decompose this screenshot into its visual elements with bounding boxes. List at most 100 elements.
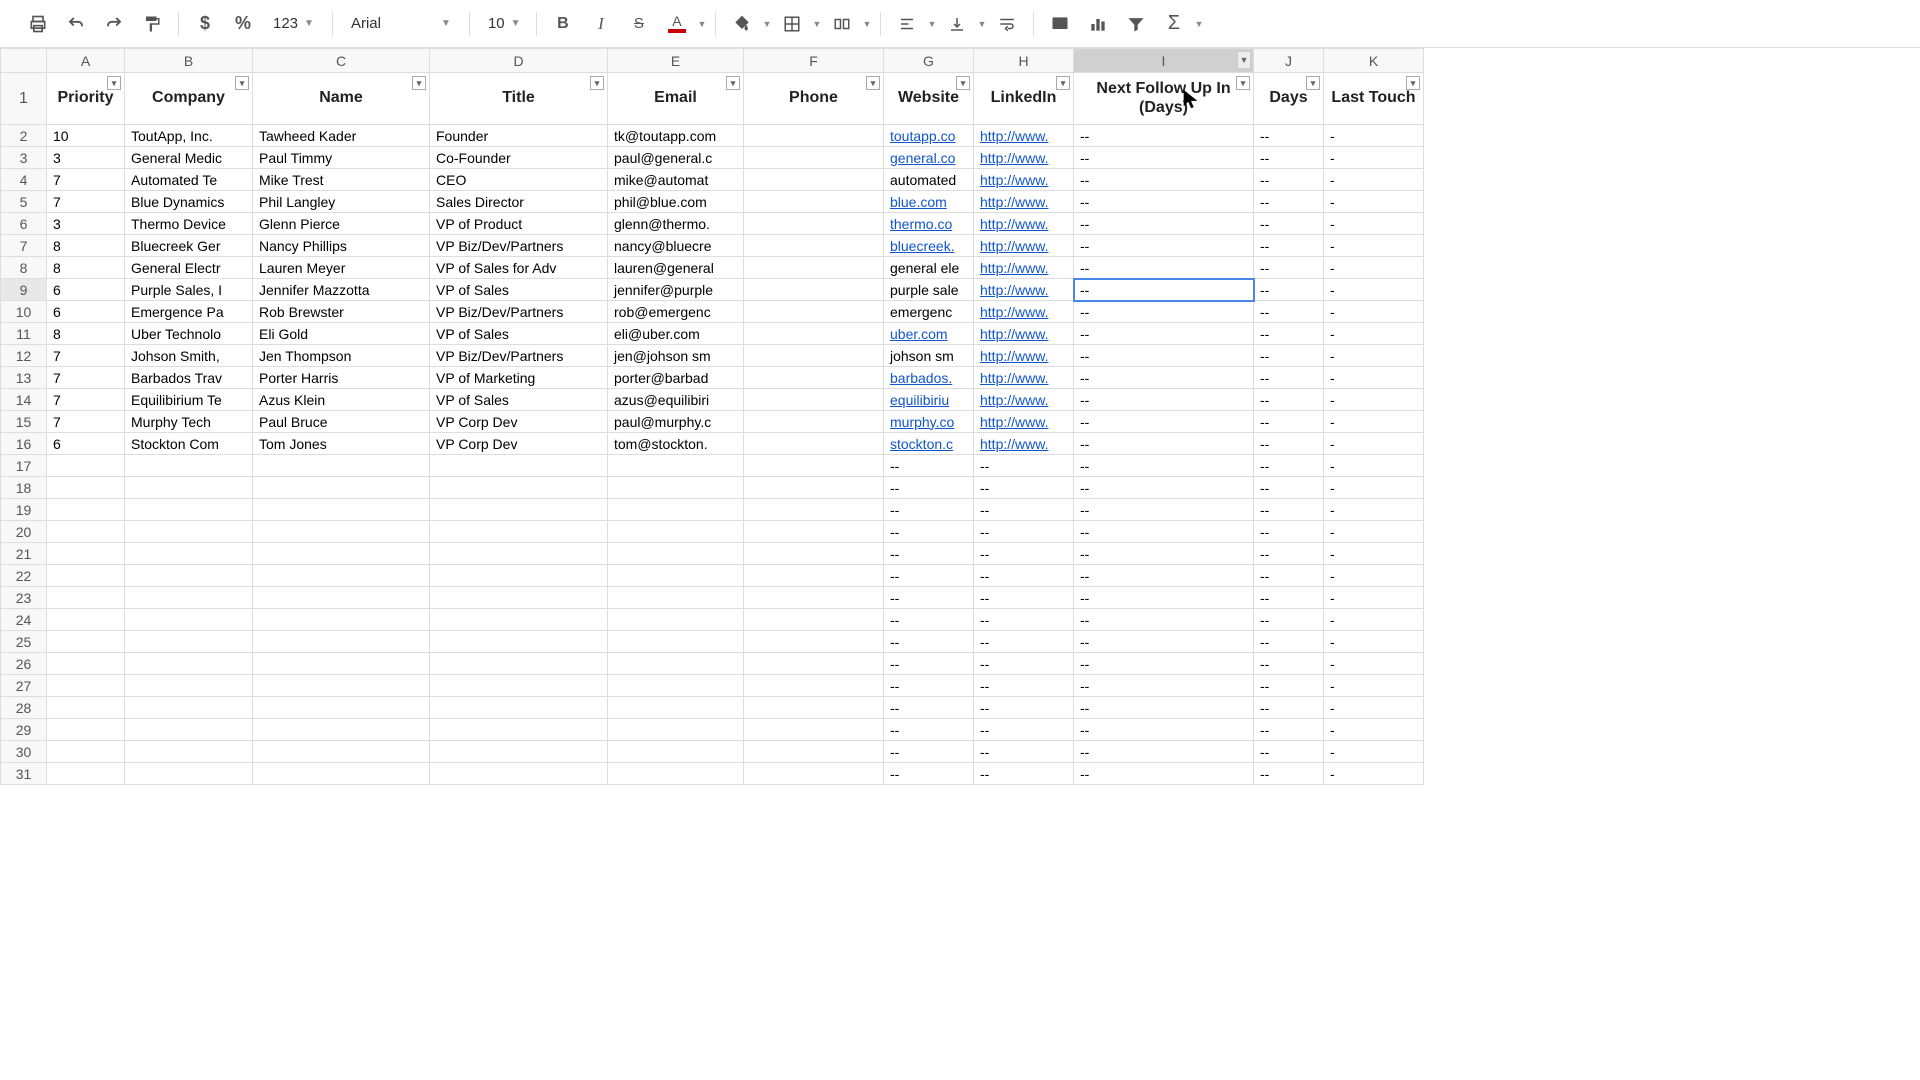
cell-H22[interactable]: -- bbox=[974, 565, 1074, 587]
cell-D17[interactable] bbox=[430, 455, 608, 477]
cell-K3[interactable]: - bbox=[1324, 147, 1424, 169]
cell-G17[interactable]: -- bbox=[884, 455, 974, 477]
hyperlink[interactable]: http://www. bbox=[980, 172, 1048, 188]
filter-icon[interactable]: ▾ bbox=[1406, 76, 1420, 90]
cell-J9[interactable]: -- bbox=[1254, 279, 1324, 301]
column-header-D[interactable]: D bbox=[430, 49, 608, 73]
cell-C22[interactable] bbox=[253, 565, 430, 587]
cell-K28[interactable]: - bbox=[1324, 697, 1424, 719]
cell-F25[interactable] bbox=[744, 631, 884, 653]
cell-I30[interactable]: -- bbox=[1074, 741, 1254, 763]
cell-D23[interactable] bbox=[430, 587, 608, 609]
row-header-17[interactable]: 17 bbox=[1, 455, 47, 477]
cell-A6[interactable]: 3 bbox=[47, 213, 125, 235]
cell-C16[interactable]: Tom Jones bbox=[253, 433, 430, 455]
cell-C18[interactable] bbox=[253, 477, 430, 499]
cell-J15[interactable]: -- bbox=[1254, 411, 1324, 433]
hyperlink[interactable]: stockton.c bbox=[890, 436, 953, 452]
filter-icon[interactable]: ▾ bbox=[1056, 76, 1070, 90]
cell-E22[interactable] bbox=[608, 565, 744, 587]
cell-K6[interactable]: - bbox=[1324, 213, 1424, 235]
cell-I22[interactable]: -- bbox=[1074, 565, 1254, 587]
hyperlink[interactable]: http://www. bbox=[980, 414, 1048, 430]
cell-G20[interactable]: -- bbox=[884, 521, 974, 543]
cell-H7[interactable]: http://www. bbox=[974, 235, 1074, 257]
cell-A30[interactable] bbox=[47, 741, 125, 763]
cell-I3[interactable]: -- bbox=[1074, 147, 1254, 169]
row-header-12[interactable]: 12 bbox=[1, 345, 47, 367]
cell-B24[interactable] bbox=[125, 609, 253, 631]
header-cell-linkedin[interactable]: LinkedIn▾ bbox=[974, 73, 1074, 125]
column-header-J[interactable]: J bbox=[1254, 49, 1324, 73]
cell-A24[interactable] bbox=[47, 609, 125, 631]
row-header-31[interactable]: 31 bbox=[1, 763, 47, 785]
column-header-F[interactable]: F bbox=[744, 49, 884, 73]
cell-C17[interactable] bbox=[253, 455, 430, 477]
cell-C3[interactable]: Paul Timmy bbox=[253, 147, 430, 169]
cell-C19[interactable] bbox=[253, 499, 430, 521]
cell-G16[interactable]: stockton.c bbox=[884, 433, 974, 455]
cell-I2[interactable]: -- bbox=[1074, 125, 1254, 147]
cell-E26[interactable] bbox=[608, 653, 744, 675]
cell-I18[interactable]: -- bbox=[1074, 477, 1254, 499]
cell-F23[interactable] bbox=[744, 587, 884, 609]
cell-D5[interactable]: Sales Director bbox=[430, 191, 608, 213]
cell-C25[interactable] bbox=[253, 631, 430, 653]
cell-A28[interactable] bbox=[47, 697, 125, 719]
cell-J13[interactable]: -- bbox=[1254, 367, 1324, 389]
cell-A14[interactable]: 7 bbox=[47, 389, 125, 411]
cell-G31[interactable]: -- bbox=[884, 763, 974, 785]
strikethrough-button[interactable]: S bbox=[621, 6, 657, 42]
cell-E28[interactable] bbox=[608, 697, 744, 719]
cell-K16[interactable]: - bbox=[1324, 433, 1424, 455]
cell-A31[interactable] bbox=[47, 763, 125, 785]
row-header-5[interactable]: 5 bbox=[1, 191, 47, 213]
cell-H30[interactable]: -- bbox=[974, 741, 1074, 763]
cell-A26[interactable] bbox=[47, 653, 125, 675]
row-header-28[interactable]: 28 bbox=[1, 697, 47, 719]
cell-E13[interactable]: porter@barbad bbox=[608, 367, 744, 389]
header-cell-next-follow-up-in-days-[interactable]: Next Follow Up In (Days)▾ bbox=[1074, 73, 1254, 125]
cell-F31[interactable] bbox=[744, 763, 884, 785]
row-header-11[interactable]: 11 bbox=[1, 323, 47, 345]
cell-E9[interactable]: jennifer@purple bbox=[608, 279, 744, 301]
column-header-E[interactable]: E bbox=[608, 49, 744, 73]
cell-A16[interactable]: 6 bbox=[47, 433, 125, 455]
cell-D6[interactable]: VP of Product bbox=[430, 213, 608, 235]
cell-G28[interactable]: -- bbox=[884, 697, 974, 719]
cell-H12[interactable]: http://www. bbox=[974, 345, 1074, 367]
cell-H25[interactable]: -- bbox=[974, 631, 1074, 653]
cell-C7[interactable]: Nancy Phillips bbox=[253, 235, 430, 257]
cell-A15[interactable]: 7 bbox=[47, 411, 125, 433]
cell-K8[interactable]: - bbox=[1324, 257, 1424, 279]
cell-K13[interactable]: - bbox=[1324, 367, 1424, 389]
cell-H29[interactable]: -- bbox=[974, 719, 1074, 741]
cell-I13[interactable]: -- bbox=[1074, 367, 1254, 389]
cell-D14[interactable]: VP of Sales bbox=[430, 389, 608, 411]
cell-E17[interactable] bbox=[608, 455, 744, 477]
cell-G29[interactable]: -- bbox=[884, 719, 974, 741]
cell-J8[interactable]: -- bbox=[1254, 257, 1324, 279]
cell-E14[interactable]: azus@equilibiri bbox=[608, 389, 744, 411]
cell-G11[interactable]: uber.com bbox=[884, 323, 974, 345]
cell-H31[interactable]: -- bbox=[974, 763, 1074, 785]
valign-dropdown[interactable]: ▼ bbox=[977, 19, 987, 29]
cell-I23[interactable]: -- bbox=[1074, 587, 1254, 609]
filter-icon[interactable]: ▾ bbox=[956, 76, 970, 90]
cell-F30[interactable] bbox=[744, 741, 884, 763]
cell-G9[interactable]: purple sale bbox=[884, 279, 974, 301]
cell-C13[interactable]: Porter Harris bbox=[253, 367, 430, 389]
cell-C10[interactable]: Rob Brewster bbox=[253, 301, 430, 323]
cell-F9[interactable] bbox=[744, 279, 884, 301]
cell-I14[interactable]: -- bbox=[1074, 389, 1254, 411]
cell-A23[interactable] bbox=[47, 587, 125, 609]
cell-E7[interactable]: nancy@bluecre bbox=[608, 235, 744, 257]
cell-C9[interactable]: Jennifer Mazzotta bbox=[253, 279, 430, 301]
cell-C21[interactable] bbox=[253, 543, 430, 565]
cell-H6[interactable]: http://www. bbox=[974, 213, 1074, 235]
cell-A8[interactable]: 8 bbox=[47, 257, 125, 279]
cell-F15[interactable] bbox=[744, 411, 884, 433]
cell-B3[interactable]: General Medic bbox=[125, 147, 253, 169]
header-cell-last-touch[interactable]: Last Touch▾ bbox=[1324, 73, 1424, 125]
column-header-C[interactable]: C bbox=[253, 49, 430, 73]
